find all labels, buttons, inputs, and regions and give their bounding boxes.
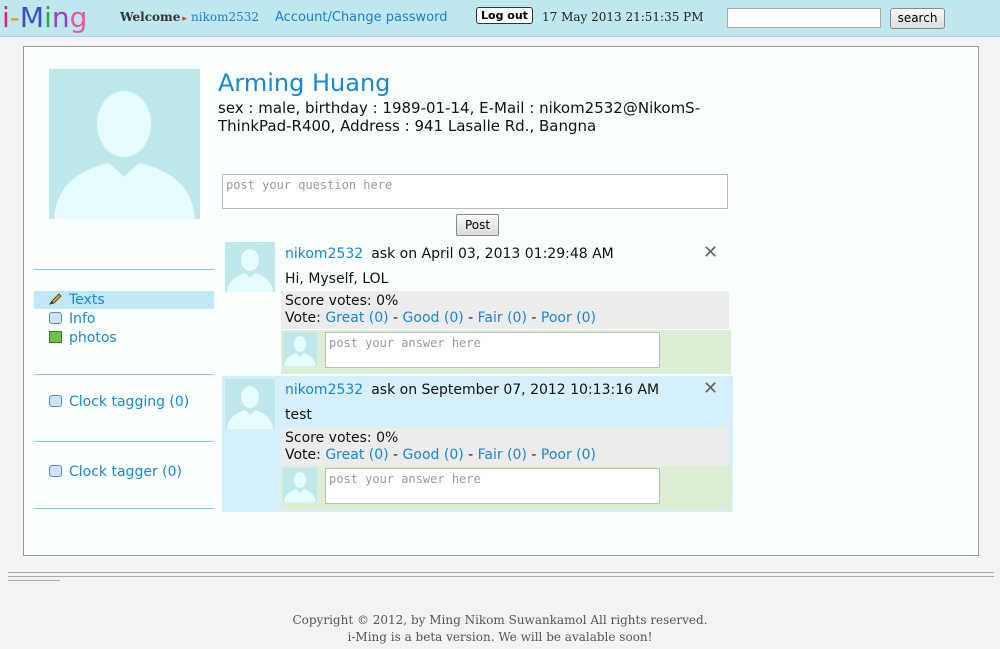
- site-logo[interactable]: i-Ming: [2, 2, 87, 34]
- post-meta: ask on April 03, 2013 01:29:48 AM: [371, 246, 614, 262]
- sidebar-divider: [34, 374, 214, 375]
- question-post: nikom2532 ask on September 07, 2012 10:13…: [222, 376, 733, 512]
- close-icon[interactable]: ✕: [703, 242, 718, 263]
- footer-divider: [8, 576, 994, 577]
- score-votes: Score votes: 0%: [285, 293, 399, 309]
- post-author-link[interactable]: nikom2532: [285, 246, 363, 262]
- footer-divider: [8, 580, 60, 581]
- vote-poor-link[interactable]: Poor (0): [541, 310, 596, 326]
- avatar: [225, 379, 275, 429]
- close-icon[interactable]: ✕: [703, 378, 718, 399]
- sidebar-divider: [34, 441, 214, 442]
- answer-area: post your answer here: [281, 330, 731, 374]
- copyright-text: Copyright © 2012, by Ming Nikom Suwankam…: [292, 613, 708, 627]
- pencil-icon: [49, 293, 62, 305]
- post-header: nikom2532 ask on April 03, 2013 01:29:48 …: [285, 246, 614, 262]
- sidebar-item-info[interactable]: Info: [34, 310, 214, 328]
- sidebar-item-label: Info: [69, 311, 96, 327]
- user-silhouette-icon: [49, 69, 200, 219]
- sidebar-item-texts[interactable]: Texts: [34, 291, 214, 309]
- sidebar-divider: [34, 269, 214, 270]
- footer-divider: [8, 572, 994, 573]
- question-post: nikom2532 ask on April 03, 2013 01:29:48 …: [222, 241, 733, 374]
- post-question-button[interactable]: Post: [456, 214, 499, 236]
- avatar: [283, 468, 317, 502]
- post-meta: ask on September 07, 2012 10:13:16 AM: [371, 382, 660, 398]
- post-text: Hi, Myself, LOL: [285, 271, 389, 287]
- profile-details: sex : male, birthday : 1989-01-14, E-Mai…: [218, 99, 701, 135]
- answer-input[interactable]: post your answer here: [325, 468, 660, 504]
- sidebar-item-label: Clock tagger (0): [69, 464, 182, 480]
- sidebar-divider: [34, 508, 214, 509]
- post-text: test: [285, 407, 312, 423]
- vote-poor-link[interactable]: Poor (0): [541, 447, 596, 463]
- search-button[interactable]: search: [890, 8, 945, 29]
- profile-photo: [49, 69, 200, 219]
- post-header: nikom2532 ask on September 07, 2012 10:13…: [285, 382, 659, 398]
- account-change-password-link[interactable]: Account/Change password: [275, 10, 448, 25]
- vote-great-link[interactable]: Great (0): [325, 447, 388, 463]
- vote-row: Vote: Great (0) - Good (0) - Fair (0) - …: [285, 310, 597, 326]
- main-content: Arming Huang sex : male, birthday : 1989…: [23, 46, 979, 556]
- avatar: [283, 332, 317, 366]
- speech-bubble-icon: [49, 312, 62, 324]
- sidebar-item-clock-tagger[interactable]: Clock tagger (0): [34, 463, 214, 481]
- vote-good-link[interactable]: Good (0): [403, 447, 464, 463]
- post-author-link[interactable]: nikom2532: [285, 382, 363, 398]
- beta-notice: i-Ming is a beta version. We will be ava…: [347, 630, 653, 644]
- welcome-label: Welcome ▸: [120, 10, 187, 24]
- search-input[interactable]: [727, 8, 881, 28]
- answer-area: post your answer here: [281, 466, 731, 510]
- sidebar-item-label: photos: [69, 330, 117, 346]
- speech-bubble-icon: [49, 465, 62, 477]
- avatar: [225, 242, 275, 292]
- answer-input[interactable]: post your answer here: [325, 332, 660, 368]
- current-datetime: 17 May 2013 21:51:35 PM: [542, 10, 704, 24]
- vote-fair-link[interactable]: Fair (0): [478, 310, 527, 326]
- vote-good-link[interactable]: Good (0): [403, 310, 464, 326]
- vote-row: Vote: Great (0) - Good (0) - Fair (0) - …: [285, 447, 597, 463]
- footer: Copyright © 2012, by Ming Nikom Suwankam…: [0, 612, 1000, 646]
- user-silhouette-icon: [283, 332, 317, 366]
- sidebar-item-photos[interactable]: photos: [34, 329, 214, 347]
- header-username-link[interactable]: nikom2532: [191, 10, 259, 24]
- sidebar-item-clock-tagging[interactable]: Clock tagging (0): [34, 393, 214, 411]
- top-bar: i-Ming Welcome ▸ nikom2532 Account/Change…: [0, 0, 1000, 37]
- profile-name: Arming Huang: [218, 69, 391, 97]
- question-input[interactable]: post your question here: [222, 174, 728, 209]
- user-silhouette-icon: [225, 242, 275, 292]
- speech-bubble-icon: [49, 395, 62, 407]
- photo-icon: [49, 331, 62, 343]
- user-silhouette-icon: [225, 379, 275, 429]
- logout-button[interactable]: Log out: [476, 7, 533, 24]
- user-silhouette-icon: [283, 468, 317, 502]
- vote-great-link[interactable]: Great (0): [325, 310, 388, 326]
- sidebar-item-label: Clock tagging (0): [69, 394, 190, 410]
- score-box: Score votes: 0% Vote: Great (0) - Good (…: [281, 428, 729, 466]
- sidebar-item-label: Texts: [69, 292, 105, 308]
- score-votes: Score votes: 0%: [285, 430, 399, 446]
- score-box: Score votes: 0% Vote: Great (0) - Good (…: [281, 291, 729, 329]
- vote-fair-link[interactable]: Fair (0): [478, 447, 527, 463]
